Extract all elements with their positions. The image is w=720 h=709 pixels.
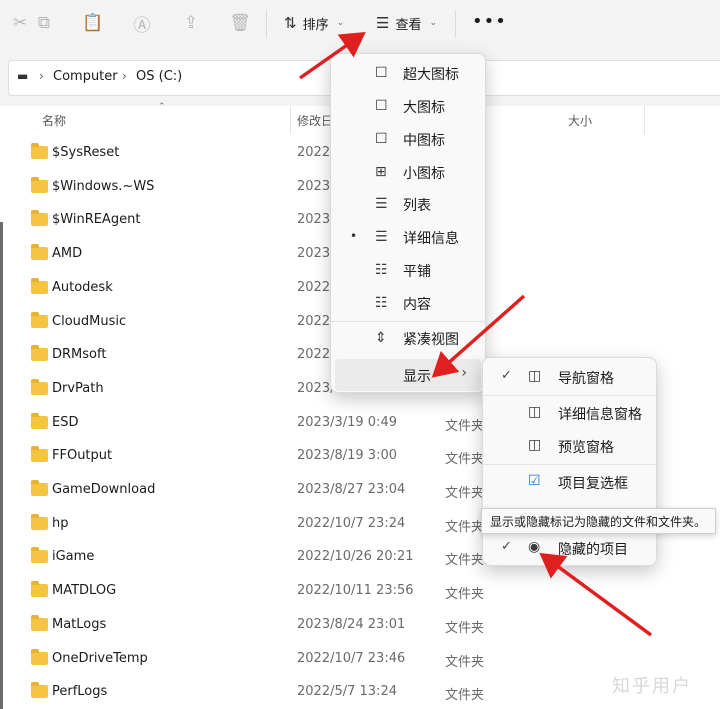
arrow-to-show-item bbox=[431, 294, 526, 378]
arrow-to-hidden-items bbox=[539, 552, 653, 637]
annotation-arrows bbox=[298, 31, 653, 637]
arrow-to-view-button bbox=[298, 31, 366, 80]
